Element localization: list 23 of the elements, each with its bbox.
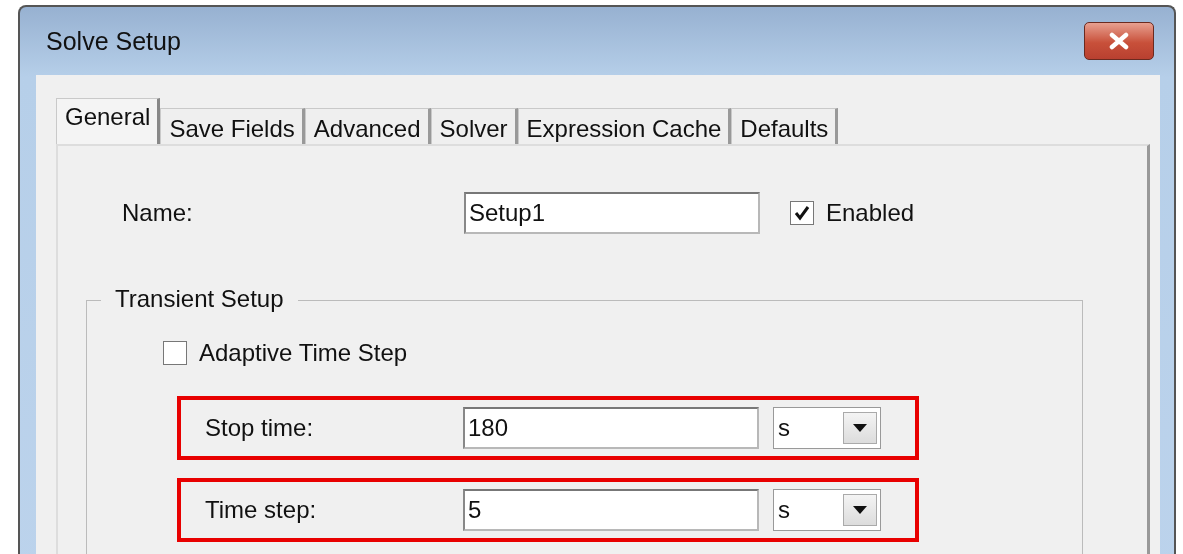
caret-icon xyxy=(853,424,867,432)
name-label: Name: xyxy=(122,199,194,227)
unit-dropdown[interactable]: s xyxy=(773,489,881,531)
checkbox-label: Enabled xyxy=(826,199,915,227)
window-title: Solve Setup xyxy=(46,26,181,56)
field-label: Time step: xyxy=(205,496,318,524)
checkbox-label: Adaptive Time Step xyxy=(199,339,408,367)
checkbox[interactable] xyxy=(163,341,187,365)
input-field[interactable]: 180 xyxy=(463,407,759,449)
field-label: Stop time: xyxy=(205,414,315,442)
tab[interactable]: Solver xyxy=(430,108,518,144)
unit-dropdown[interactable]: s xyxy=(773,407,881,449)
tab[interactable]: Expression Cache xyxy=(517,108,732,144)
input-field[interactable]: 5 xyxy=(463,489,759,531)
caret-icon xyxy=(853,506,867,514)
close-icon xyxy=(1107,32,1131,50)
checkbox[interactable] xyxy=(790,201,814,225)
tab[interactable]: Defaults xyxy=(731,108,839,144)
close-button[interactable] xyxy=(1084,22,1154,60)
tab[interactable]: Advanced xyxy=(304,108,431,144)
name-field[interactable]: Setup1 xyxy=(464,192,760,234)
tab[interactable]: General xyxy=(56,98,161,144)
tab[interactable]: Save Fields xyxy=(160,108,305,144)
